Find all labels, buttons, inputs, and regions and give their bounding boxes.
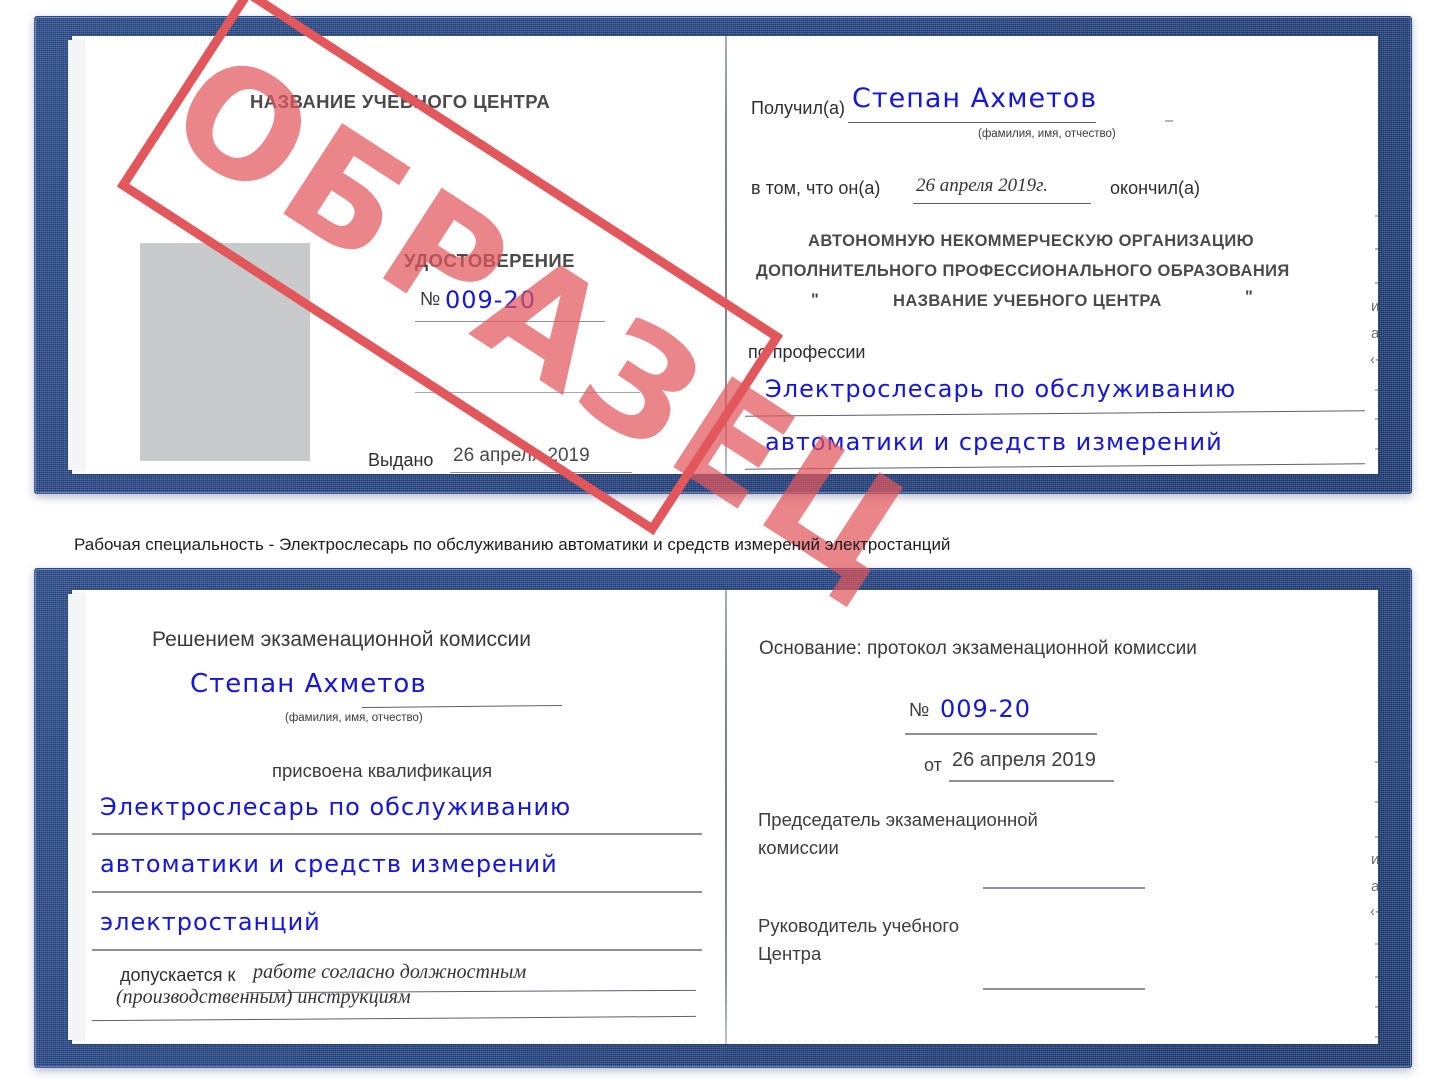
document-type-label: УДОСТОВЕРЕНИЕ bbox=[404, 250, 575, 271]
admitted-line-2: (производственным) инструкциям bbox=[116, 986, 411, 1008]
profession-rule-2 bbox=[745, 463, 1365, 470]
qualification-line-2: автоматики и средств измерений bbox=[100, 850, 558, 878]
margin-fragment-dash-h: – bbox=[1375, 472, 1378, 474]
number-rule-top bbox=[415, 321, 605, 322]
margin-fragment-b-dash-e: – bbox=[1375, 968, 1378, 985]
chairman-signature-rule bbox=[983, 887, 1145, 889]
chairman-line-1: Председатель экзаменационной bbox=[758, 809, 1038, 830]
basis-protocol-label: Основание: протокол экзаменационной коми… bbox=[759, 638, 1197, 659]
organization-line-1: АВТОНОМНУЮ НЕКОММЕРЧЕСКУЮ ОРГАНИЗАЦИЮ bbox=[808, 232, 1254, 250]
certificate-booklet-bottom: Решением экзаменационной комиссии Степан… bbox=[34, 568, 1412, 1068]
certificate-booklet-top: НАЗВАНИЕ УЧЕБНОГО ЦЕНТРА УДОСТОВЕРЕНИЕ №… bbox=[34, 0, 1412, 625]
number-symbol-top: № bbox=[420, 289, 441, 310]
qualification-label: присвоена квалификация bbox=[272, 760, 493, 781]
received-name-value: Степан Ахметов bbox=[852, 83, 1098, 114]
blank-rule-top-1 bbox=[415, 392, 640, 393]
head-line-1: Руководитель учебного bbox=[758, 915, 960, 936]
commission-decision-heading: Решением экзаменационной комиссии bbox=[152, 628, 532, 651]
margin-fragment-letter-a: а bbox=[1371, 325, 1378, 342]
protocol-number-rule bbox=[905, 733, 1097, 735]
certificate-top-right-page: Получил(а) Степан Ахметов (фамилия, имя,… bbox=[725, 36, 1378, 474]
margin-fragment-b-dash-c: – bbox=[1375, 828, 1378, 845]
organization-quote-close: " bbox=[1245, 288, 1254, 306]
margin-fragment-arrow: ‹- bbox=[1370, 351, 1378, 368]
head-line-2: Центра bbox=[758, 943, 822, 964]
profession-rule-1 bbox=[745, 410, 1365, 417]
certificate-top-pages: НАЗВАНИЕ УЧЕБНОГО ЦЕНТРА УДОСТОВЕРЕНИЕ №… bbox=[68, 36, 1378, 474]
margin-fragment-b-letter-a: а bbox=[1371, 878, 1378, 895]
margin-fragment-dash-c: – bbox=[1375, 240, 1378, 257]
margin-fragment-dash-g: – bbox=[1375, 440, 1378, 457]
admitted-label: допускается к bbox=[120, 965, 236, 985]
margin-fragment-b-dash-f: – bbox=[1375, 998, 1378, 1015]
qualification-rule-1 bbox=[92, 833, 702, 835]
completion-date-value: 26 апреля 2019г. bbox=[916, 175, 1048, 196]
protocol-number-value: 009-20 bbox=[940, 695, 1032, 723]
admitted-rule-2 bbox=[92, 1015, 696, 1022]
protocol-number-symbol: № bbox=[909, 700, 930, 721]
bottom-person-name: Степан Ахметов bbox=[190, 669, 427, 699]
issued-date-rule bbox=[450, 472, 632, 473]
head-signature-rule bbox=[983, 988, 1145, 990]
protocol-date-value: 26 апреля 2019 bbox=[952, 749, 1096, 771]
margin-fragment-dash-b: – bbox=[1375, 207, 1378, 224]
bottom-name-rule bbox=[362, 704, 562, 709]
qualification-rule-3 bbox=[92, 949, 702, 951]
image-caption: Рабочая специальность - Электрослесарь п… bbox=[74, 535, 951, 554]
completion-date-rule bbox=[913, 203, 1091, 204]
received-label: Получил(а) bbox=[751, 98, 845, 118]
certificate-bottom-pages: Решением экзаменационной комиссии Степан… bbox=[68, 590, 1378, 1044]
margin-fragment-dash-f: – bbox=[1375, 410, 1378, 427]
organization-line-3: НАЗВАНИЕ УЧЕБНОГО ЦЕНТРА bbox=[893, 292, 1162, 310]
finished-label: окончил(а) bbox=[1110, 178, 1200, 198]
issued-date-value: 26 апреля 2019 bbox=[453, 445, 590, 466]
profession-line-1: Электрослесарь по обслуживанию bbox=[765, 375, 1237, 403]
in-that-label: в том, что он(а) bbox=[751, 178, 881, 198]
margin-fragment-dash-a: – bbox=[1165, 112, 1174, 129]
qualification-line-1: Электрослесарь по обслуживанию bbox=[100, 793, 572, 821]
certificate-top-left-page: НАЗВАНИЕ УЧЕБНОГО ЦЕНТРА УДОСТОВЕРЕНИЕ №… bbox=[72, 36, 725, 474]
margin-fragment-dash-e: – bbox=[1375, 381, 1378, 398]
photo-placeholder-box bbox=[140, 243, 310, 461]
protocol-date-prefix: от bbox=[924, 755, 942, 775]
received-name-rule bbox=[848, 122, 1096, 123]
certificate-sample-image: НАЗВАНИЕ УЧЕБНОГО ЦЕНТРА УДОСТОВЕРЕНИЕ №… bbox=[0, 0, 1448, 1085]
admitted-line-1: работе согласно должностным bbox=[253, 961, 527, 983]
organization-quote-open: " bbox=[811, 291, 820, 309]
margin-fragment-b-dash-b: – bbox=[1375, 793, 1378, 810]
margin-fragment-dash-d: – bbox=[1375, 274, 1378, 291]
margin-fragment-b-dash-d: – bbox=[1375, 935, 1378, 952]
training-center-title-top: НАЗВАНИЕ УЧЕБНОГО ЦЕНТРА bbox=[250, 91, 551, 112]
profession-line-2: автоматики и средств измерений bbox=[765, 428, 1223, 456]
protocol-date-rule bbox=[949, 780, 1114, 782]
qualification-rule-2 bbox=[92, 891, 702, 893]
margin-fragment-b-arrow: ‹- bbox=[1370, 903, 1378, 920]
margin-fragment-letter-i: и bbox=[1371, 298, 1378, 315]
chairman-line-2: комиссии bbox=[758, 837, 839, 858]
margin-fragment-b-dash-a: – bbox=[1375, 753, 1378, 770]
certificate-bottom-left-page: Решением экзаменационной комиссии Степан… bbox=[72, 590, 725, 1044]
certificate-bottom-right-page: Основание: протокол экзаменационной коми… bbox=[725, 590, 1378, 1044]
name-hint-top: (фамилия, имя, отчество) bbox=[978, 128, 1116, 140]
certificate-number-value: 009-20 bbox=[445, 286, 537, 314]
qualification-line-3: электростанций bbox=[100, 908, 321, 936]
margin-fragment-b-dash-g: – bbox=[1375, 1028, 1378, 1044]
organization-line-2: ДОПОЛНИТЕЛЬНОГО ПРОФЕССИОНАЛЬНОГО ОБРАЗО… bbox=[756, 262, 1290, 280]
profession-label: по профессии bbox=[748, 342, 866, 362]
margin-fragment-b-letter-i: и bbox=[1371, 851, 1378, 868]
name-hint-bottom: (фамилия, имя, отчество) bbox=[285, 712, 423, 724]
issued-label: Выдано bbox=[368, 450, 434, 470]
